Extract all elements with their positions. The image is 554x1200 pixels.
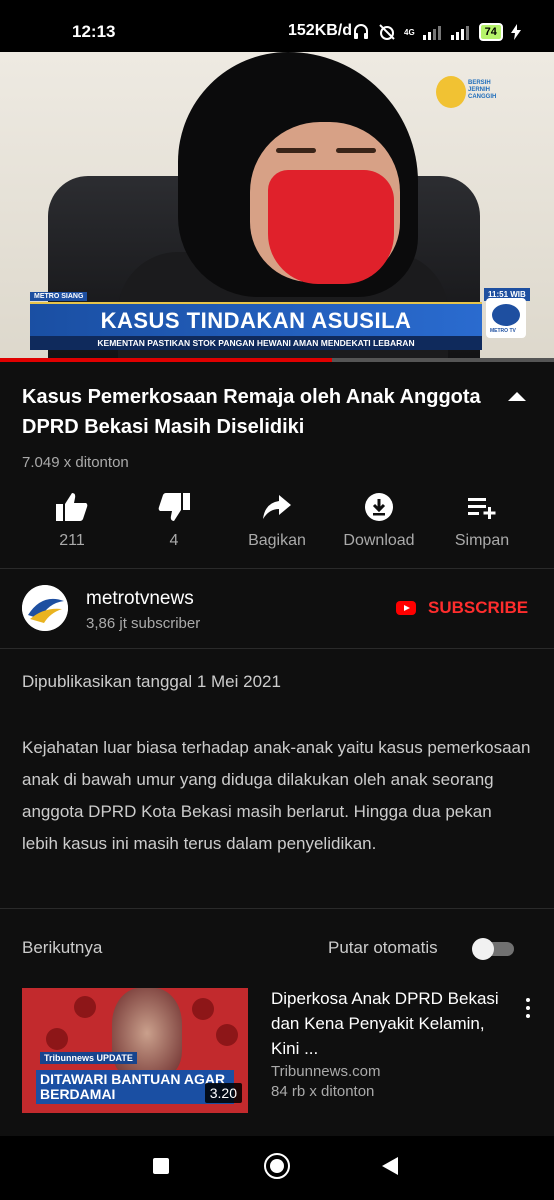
divider xyxy=(0,568,554,569)
save-label: Simpan xyxy=(454,532,510,549)
network-speed: 152KB/d xyxy=(288,22,353,39)
channel-name[interactable]: metrotvnews xyxy=(86,588,194,610)
dislike-count: 4 xyxy=(169,532,179,549)
share-button[interactable]: Bagikan xyxy=(227,490,327,550)
up-next-label: Berikutnya xyxy=(22,938,103,957)
youtube-icon xyxy=(396,601,416,615)
divider xyxy=(0,648,554,649)
autoplay-label: Putar otomatis xyxy=(328,938,438,957)
thumbnail-brand: Tribunnews UPDATE xyxy=(40,1052,137,1064)
publish-date: Dipublikasikan tanggal 1 Mei 2021 xyxy=(22,672,281,691)
show-label: METRO SIANG xyxy=(30,292,88,301)
save-button[interactable]: Simpan xyxy=(432,490,532,550)
share-label: Bagikan xyxy=(248,532,306,549)
like-count: 211 xyxy=(59,532,85,549)
like-button[interactable]: 211 xyxy=(22,490,122,550)
autoplay-toggle[interactable] xyxy=(472,938,516,960)
next-video-title[interactable]: Diperkosa Anak DPRD Bekasi dan Kena Peny… xyxy=(271,986,501,1061)
network-type: 4G xyxy=(404,27,415,37)
download-button[interactable]: Download xyxy=(329,490,429,550)
status-time: 12:13 xyxy=(72,22,116,41)
video-progress-bar[interactable] xyxy=(0,358,554,362)
home-icon[interactable] xyxy=(264,1153,290,1179)
thumb-up-icon xyxy=(56,493,88,521)
status-icons: 4G 74 xyxy=(352,20,521,44)
video-duration: 3.20 xyxy=(204,1083,242,1103)
metro-tv-logo: METRO TV xyxy=(486,298,526,338)
headphones-icon xyxy=(354,24,368,39)
news-headline: KASUS TINDAKAN ASUSILA xyxy=(100,308,412,333)
divider xyxy=(0,908,554,909)
collapse-chevron-icon[interactable] xyxy=(508,392,526,401)
playlist-add-icon xyxy=(468,498,496,519)
channel-avatar[interactable] xyxy=(22,585,68,631)
next-video-channel: Tribunnews.com xyxy=(271,1063,381,1080)
download-label: Download xyxy=(343,532,415,549)
status-bar: 12:13 152KB/d 4G 74 xyxy=(0,0,554,52)
video-player[interactable]: BERSIH JERNIH CANGGIH METRO SIANG 11:51 … xyxy=(0,52,554,362)
next-video-views: 84 rb x ditonton xyxy=(271,1083,375,1100)
recents-icon[interactable] xyxy=(153,1158,169,1174)
video-description: Kejahatan luar biasa terhadap anak-anak … xyxy=(22,738,531,853)
next-video-thumbnail[interactable]: Tribunnews UPDATE DITAWARI BANTUAN AGAR … xyxy=(22,988,248,1113)
system-nav-bar xyxy=(0,1136,554,1200)
news-lower-third: KASUS TINDAKAN ASUSILA xyxy=(30,302,482,338)
dislike-button[interactable]: 4 xyxy=(124,490,224,550)
metrotv-avatar-icon xyxy=(22,585,68,631)
download-icon xyxy=(365,493,393,521)
video-progress-fill xyxy=(0,358,333,362)
subscribe-button[interactable]: SUBSCRIBE xyxy=(396,598,528,618)
share-icon xyxy=(263,495,291,519)
view-count: 7.049 x ditonton xyxy=(22,454,129,471)
action-bar: 211 4 Bagikan Download Simpan xyxy=(0,490,554,560)
signal-icon xyxy=(422,26,441,40)
back-icon[interactable] xyxy=(382,1157,398,1175)
video-title: Kasus Pemerkosaan Remaja oleh Anak Anggo… xyxy=(22,386,481,438)
charging-icon xyxy=(510,24,521,40)
alarm-off-icon xyxy=(379,24,395,40)
news-ticker: KEMENTAN PASTIKAN STOK PANGAN HEWANI AMA… xyxy=(30,336,482,350)
face-mask xyxy=(268,170,394,284)
campaign-badge: BERSIH JERNIH CANGGIH xyxy=(432,76,502,116)
signal-icon-2 xyxy=(450,26,469,40)
subscriber-count: 3,86 jt subscriber xyxy=(86,615,201,632)
more-options-icon[interactable] xyxy=(520,994,536,1022)
battery-indicator: 74 xyxy=(478,23,503,41)
thumb-down-icon xyxy=(158,493,190,521)
subscribe-label: SUBSCRIBE xyxy=(428,598,529,617)
